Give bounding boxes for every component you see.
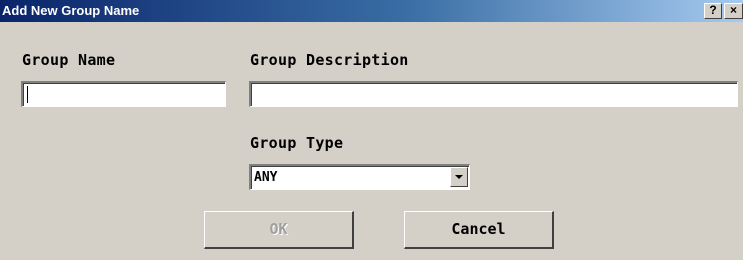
group-type-select[interactable]: ANY bbox=[249, 164, 470, 190]
dialog-title: Add New Group Name bbox=[2, 3, 140, 18]
group-name-field-frame bbox=[21, 81, 226, 107]
text-caret bbox=[27, 86, 28, 103]
group-description-input[interactable] bbox=[251, 83, 737, 106]
help-button[interactable]: ? bbox=[704, 3, 722, 19]
chevron-down-icon[interactable] bbox=[450, 167, 468, 187]
add-group-dialog: Add New Group Name ? × Group Name Group … bbox=[0, 0, 743, 260]
group-type-label: Group Type bbox=[250, 134, 344, 152]
help-icon: ? bbox=[709, 3, 717, 17]
group-description-label: Group Description bbox=[250, 51, 409, 69]
group-description-field-frame bbox=[249, 81, 738, 107]
title-bar: Add New Group Name ? × bbox=[0, 0, 743, 22]
group-type-value: ANY bbox=[254, 170, 278, 185]
close-button[interactable]: × bbox=[724, 3, 743, 19]
ok-button[interactable]: OK bbox=[204, 211, 354, 249]
cancel-button[interactable]: Cancel bbox=[404, 211, 554, 249]
group-name-input[interactable] bbox=[23, 83, 225, 106]
close-icon: × bbox=[729, 3, 737, 17]
group-name-label: Group Name bbox=[22, 51, 116, 69]
